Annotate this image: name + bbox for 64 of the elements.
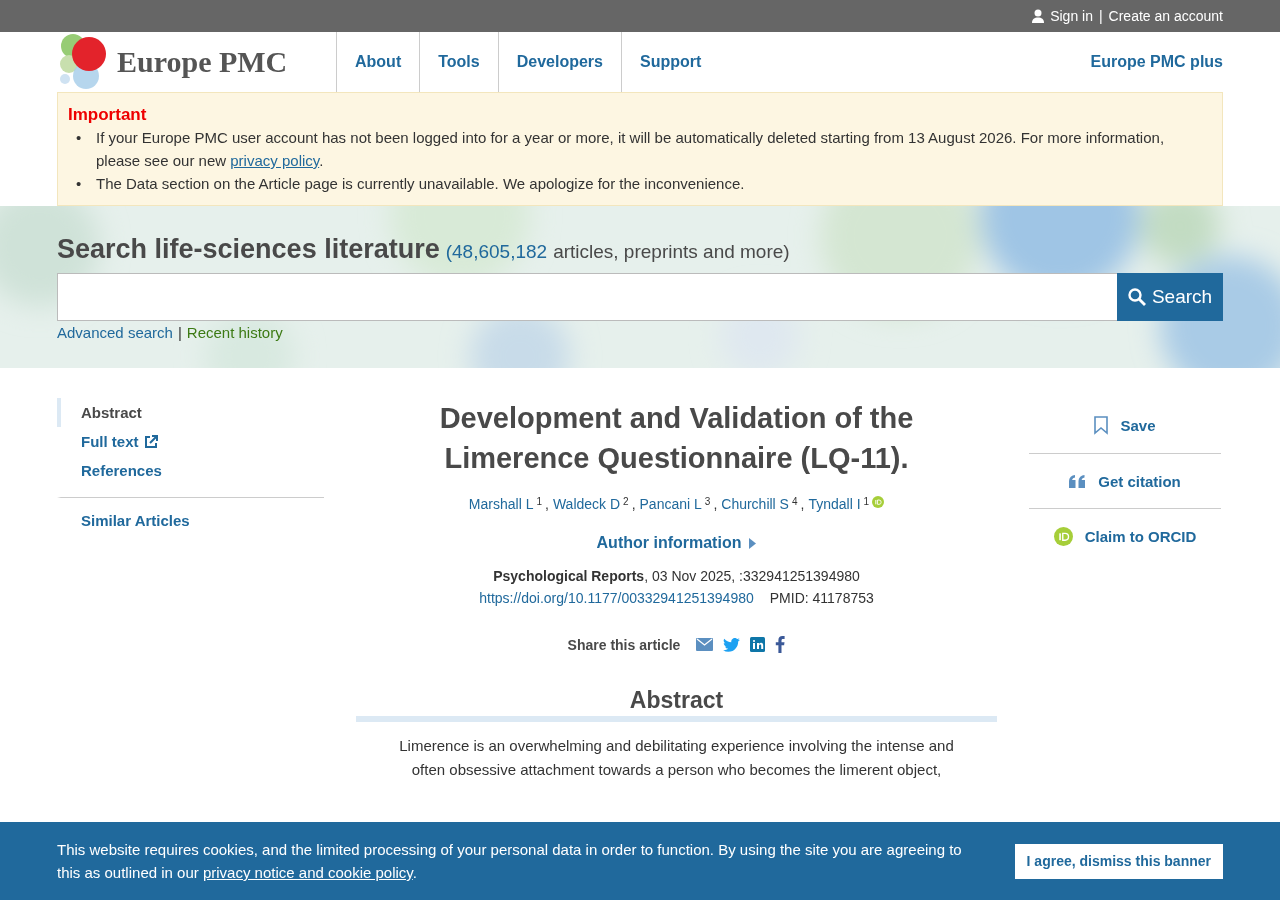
affiliation-number: 3 bbox=[704, 496, 711, 507]
email-icon[interactable] bbox=[696, 638, 714, 651]
save-button[interactable]: Save bbox=[1029, 398, 1221, 453]
article-title: Development and Validation of the Limerence Questionnaire (LQ-11). bbox=[438, 401, 915, 476]
user-icon bbox=[1032, 9, 1045, 23]
affiliation-number: 4 bbox=[791, 496, 798, 507]
separator-text: | bbox=[177, 324, 182, 341]
citation-button[interactable]: Get citation bbox=[1029, 453, 1221, 508]
affiliation-number: 1 bbox=[863, 496, 870, 507]
bookmark-icon bbox=[1094, 416, 1109, 435]
citation-text: Psychological Reports, 03 Nov 2025, :332941251394980 bbox=[493, 568, 860, 584]
sidebar-item[interactable]: References bbox=[57, 456, 324, 485]
orcid-button[interactable]: Claim to ORCID bbox=[1029, 508, 1221, 563]
notice-text: If your Europe PMC user account has not been logged into for a year or more, it will be automatically deleted starting from 13 August 2026. For more information, please see our new privacy policy. bbox=[96, 128, 1165, 171]
logo-icon bbox=[57, 34, 107, 90]
linkedin-icon[interactable] bbox=[750, 637, 766, 652]
sidebar-item[interactable]: Similar Articles bbox=[57, 497, 324, 535]
sidebar-item[interactable]: Full text bbox=[57, 427, 324, 456]
dismiss-button[interactable]: I agree, dismiss this banner bbox=[1014, 843, 1223, 879]
caret-icon bbox=[749, 537, 757, 549]
bullet-mark: • bbox=[76, 174, 83, 194]
abstract-text: Limerence is an overwhelming and debilitating experience involving the intense and often obsessive attachment towards a person who becomes the limerent object, bbox=[399, 736, 954, 780]
author-link[interactable]: Marshall L bbox=[468, 496, 534, 512]
cookie-text: This website requires cookies, and the limited processing of your personal data in order to function. By using the site you are agreeing to this as outlined in our privacy notice and cookie policy. bbox=[57, 840, 963, 883]
separator-text: | bbox=[1098, 8, 1103, 24]
bird-icon[interactable] bbox=[723, 637, 741, 652]
pmid-text: PMID: 41178753 bbox=[769, 590, 874, 606]
author-link[interactable]: Churchill S bbox=[721, 496, 789, 512]
external-link-icon bbox=[143, 434, 158, 449]
orcid-icon bbox=[1053, 526, 1073, 546]
search-heading: Search life-sciences literature bbox=[57, 234, 440, 265]
quote-icon bbox=[1069, 474, 1087, 488]
comma-text: , bbox=[631, 496, 636, 512]
author-link[interactable]: Waldeck D bbox=[552, 496, 621, 512]
comma-text: , bbox=[713, 496, 718, 512]
comma-text: , bbox=[800, 496, 805, 512]
affiliation-number: 2 bbox=[623, 496, 629, 507]
logo-text: Europe PMC bbox=[117, 45, 288, 79]
author-link[interactable]: Pancani L bbox=[639, 496, 702, 512]
doi-link[interactable]: https://doi.org/10.1177/00332941251394980 bbox=[479, 590, 754, 606]
history-link[interactable]: Recent history bbox=[186, 324, 283, 341]
facebook-icon[interactable] bbox=[775, 636, 786, 653]
author-link[interactable]: Tyndall I bbox=[808, 496, 861, 512]
bullet-mark: • bbox=[76, 128, 83, 148]
notice-text: The Data section on the Article page is currently unavailable. We apologize for the inconvenience. bbox=[96, 174, 745, 194]
article-count-link[interactable]: (48,605,182 bbox=[445, 241, 548, 263]
search-icon bbox=[1127, 288, 1146, 306]
privacy-policy-link[interactable]: privacy policy bbox=[230, 152, 320, 169]
search-field[interactable] bbox=[57, 273, 1117, 321]
sidebar-item[interactable]: Abstract bbox=[57, 398, 324, 427]
share-label: Share this article bbox=[567, 636, 681, 653]
create-account-link[interactable]: Create an account bbox=[1108, 8, 1223, 24]
count-caption: articles, preprints and more) bbox=[553, 241, 790, 263]
abstract-heading: Abstract bbox=[356, 687, 997, 722]
orcid-icon bbox=[872, 496, 885, 508]
search-button[interactable]: Search bbox=[1117, 273, 1223, 321]
advanced-search-link[interactable]: Advanced search bbox=[57, 324, 173, 341]
plus-link[interactable]: Europe PMC plus bbox=[1090, 53, 1223, 71]
affiliation-number: 1 bbox=[536, 496, 542, 507]
author-information-toggle[interactable]: Author information bbox=[596, 534, 757, 552]
comma-text: , bbox=[545, 496, 549, 512]
sign-in-link[interactable]: Sign in bbox=[1050, 8, 1093, 24]
notice-title: Important bbox=[68, 104, 148, 126]
cookie-policy-link[interactable]: privacy notice and cookie policy bbox=[202, 864, 413, 881]
